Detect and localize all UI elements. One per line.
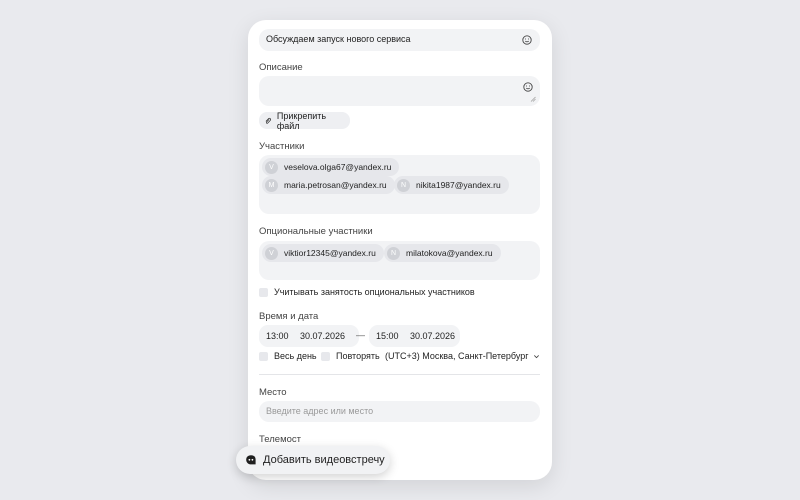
all-day-label: Весь день xyxy=(274,351,317,361)
place-input[interactable]: Введите адрес или место xyxy=(259,401,540,422)
event-title-input[interactable]: Обсуждаем запуск нового сервиса xyxy=(259,29,540,51)
participant-chip[interactable]: N nikita1987@yandex.ru xyxy=(394,176,509,194)
paperclip-icon xyxy=(265,117,272,124)
avatar: V xyxy=(265,160,278,174)
start-datetime-picker[interactable]: 13:00 30.07.2026 xyxy=(259,325,359,347)
participant-email: viktior12345@yandex.ru xyxy=(284,248,376,258)
participant-chip[interactable]: N milatokova@yandex.ru xyxy=(384,244,501,262)
participants-field[interactable]: V veselova.olga67@yandex.ru M maria.petr… xyxy=(259,155,540,214)
start-date[interactable]: 30.07.2026 xyxy=(300,331,345,341)
place-placeholder: Введите адрес или место xyxy=(266,406,374,416)
avatar: N xyxy=(397,178,410,192)
optional-participants-label: Опциональные участники xyxy=(259,226,373,237)
end-date[interactable]: 30.07.2026 xyxy=(410,331,455,341)
datetime-label: Время и дата xyxy=(259,311,319,322)
start-time[interactable]: 13:00 xyxy=(266,331,289,341)
optional-participants-field[interactable]: V viktior12345@yandex.ru N milatokova@ya… xyxy=(259,241,540,280)
attach-file-label: Прикрепить файл xyxy=(276,110,327,131)
smile-icon[interactable] xyxy=(522,35,532,45)
place-label: Место xyxy=(259,387,287,398)
end-datetime-picker[interactable]: 15:00 30.07.2026 xyxy=(369,325,460,347)
consider-busy-checkbox[interactable] xyxy=(259,288,268,297)
avatar: N xyxy=(387,246,400,260)
timezone-value: (UTC+3) Москва, Санкт-Петербург xyxy=(385,351,529,361)
telemost-icon xyxy=(246,455,256,465)
add-video-meeting-button[interactable]: Добавить видеовстречу xyxy=(236,446,390,474)
participants-label: Участники xyxy=(259,141,305,152)
attach-file-button[interactable]: Прикрепить файл xyxy=(259,110,350,131)
repeat-label: Повторять xyxy=(336,351,380,361)
participant-email: nikita1987@yandex.ru xyxy=(416,180,501,190)
participant-chip[interactable]: V viktior12345@yandex.ru xyxy=(262,244,384,262)
event-form-card: Обсуждаем запуск нового сервиса Описание… xyxy=(248,20,552,480)
divider xyxy=(259,374,540,375)
avatar: V xyxy=(265,246,278,260)
participant-email: milatokova@yandex.ru xyxy=(406,248,493,258)
all-day-checkbox[interactable] xyxy=(259,352,268,361)
datetime-separator: — xyxy=(356,330,365,340)
participant-email: veselova.olga67@yandex.ru xyxy=(284,162,392,172)
participant-chip[interactable]: V veselova.olga67@yandex.ru xyxy=(262,158,400,176)
chevron-down-icon xyxy=(533,354,539,358)
add-video-meeting-label: Добавить видеовстречу xyxy=(263,454,385,466)
description-label: Описание xyxy=(259,62,303,73)
event-title-text: Обсуждаем запуск нового сервиса xyxy=(266,34,411,44)
repeat-checkbox[interactable] xyxy=(321,352,330,361)
smile-icon[interactable] xyxy=(523,82,533,92)
telemost-label: Телемост xyxy=(259,434,301,445)
description-textarea[interactable] xyxy=(259,76,540,106)
timezone-select[interactable]: (UTC+3) Москва, Санкт-Петербург xyxy=(385,351,540,361)
resize-handle-icon[interactable] xyxy=(530,96,536,102)
avatar: M xyxy=(265,178,278,192)
participant-chip[interactable]: M maria.petrosan@yandex.ru xyxy=(262,176,395,194)
consider-busy-label: Учитывать занятость опциональных участни… xyxy=(274,287,475,297)
end-time[interactable]: 15:00 xyxy=(376,331,399,341)
participant-email: maria.petrosan@yandex.ru xyxy=(284,180,387,190)
